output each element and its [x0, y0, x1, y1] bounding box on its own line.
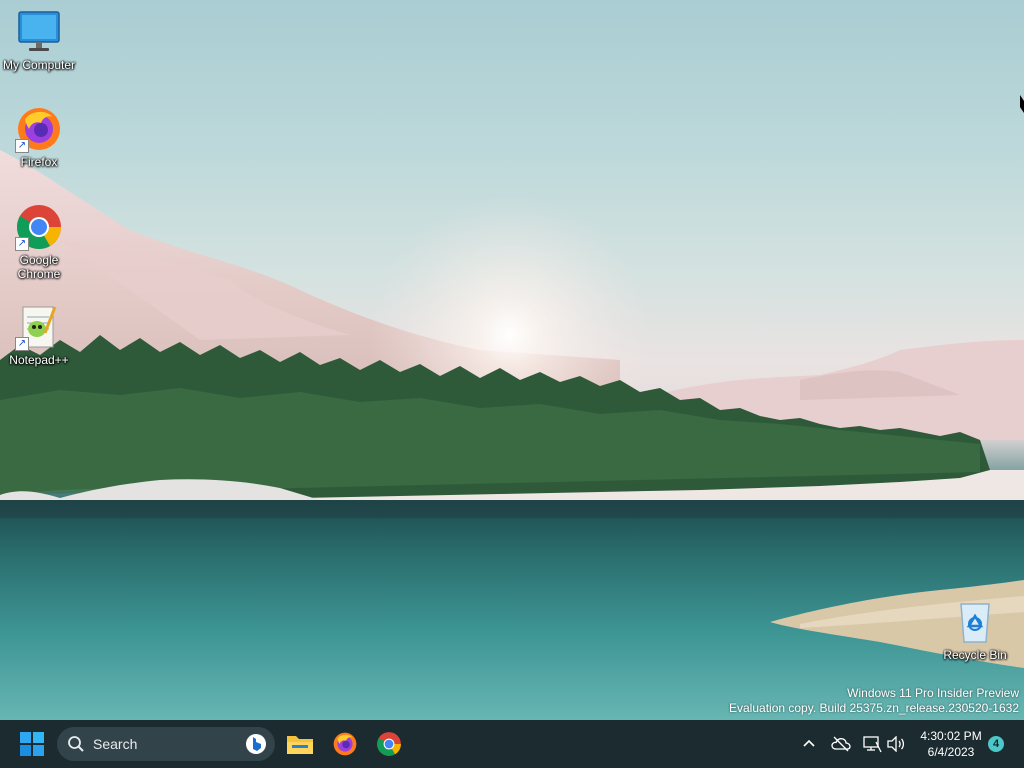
shortcut-arrow-icon: ↗ — [15, 237, 29, 251]
desktop[interactable]: My Computer ↗ Firefox ↗ Google Chrome ↗ … — [0, 0, 1024, 720]
network-icon — [863, 736, 882, 753]
watermark-edition: Windows 11 Pro Insider Preview — [847, 686, 1019, 700]
shortcut-arrow-icon: ↗ — [15, 139, 29, 153]
firefox-icon — [333, 732, 357, 756]
start-button[interactable] — [12, 724, 52, 764]
desktop-icon-label: Google Chrome — [17, 253, 61, 281]
taskbar-firefox[interactable] — [325, 724, 365, 764]
desktop-icon-label: Notepad++ — [9, 353, 69, 367]
taskbar-chrome[interactable] — [369, 724, 409, 764]
desktop-icon-label: Firefox — [20, 155, 58, 169]
notepadpp-icon: ↗ — [15, 303, 63, 351]
watermark-build: Evaluation copy. Build 25375.zn_release.… — [729, 701, 1019, 715]
taskbar-file-explorer[interactable] — [280, 724, 320, 764]
taskbar-search[interactable]: Search — [57, 727, 275, 761]
file-explorer-icon — [287, 736, 313, 754]
wallpaper — [0, 150, 1024, 720]
desktop-icon-chrome[interactable]: ↗ Google Chrome — [0, 203, 78, 281]
volume-button[interactable] — [884, 732, 908, 756]
monitor-icon — [15, 8, 63, 56]
windows-watermark: Windows 11 Pro Insider Preview Evaluatio… — [729, 686, 1019, 716]
show-hidden-icons-button[interactable] — [797, 732, 821, 756]
onedrive-status-button[interactable] — [829, 732, 853, 756]
chrome-icon: ↗ — [15, 203, 63, 251]
shortcut-arrow-icon: ↗ — [15, 337, 29, 351]
desktop-icon-label: My Computer — [2, 58, 76, 72]
chrome-icon — [377, 732, 401, 756]
mouse-cursor-icon — [1020, 95, 1024, 113]
desktop-icon-firefox[interactable]: ↗ Firefox — [0, 105, 78, 169]
desktop-icon-recycle-bin[interactable]: Recycle Bin — [936, 598, 1014, 662]
cloud-offline-icon — [831, 736, 851, 752]
desktop-icon-notepadpp[interactable]: ↗ Notepad++ — [0, 303, 78, 367]
desktop-icon-label: Recycle Bin — [943, 648, 1007, 662]
search-icon — [68, 736, 84, 752]
firefox-icon: ↗ — [15, 105, 63, 153]
taskbar-clock[interactable]: 4:30:02 PM 6/4/2023 — [916, 728, 986, 760]
clock-time: 4:30:02 PM — [920, 729, 982, 743]
windows-start-icon — [20, 732, 44, 756]
notification-count-badge[interactable]: 4 — [988, 736, 1004, 752]
taskbar: Search 4:30:02 PM 6/4/2023 — [0, 720, 1024, 768]
network-button[interactable] — [860, 732, 884, 756]
volume-icon — [887, 736, 905, 752]
chevron-up-icon — [803, 739, 815, 747]
clock-date: 6/4/2023 — [927, 745, 975, 759]
search-placeholder: Search — [93, 736, 138, 752]
recycle-bin-icon — [951, 598, 999, 646]
bing-icon[interactable] — [245, 733, 267, 755]
desktop-icon-my-computer[interactable]: My Computer — [0, 8, 78, 72]
